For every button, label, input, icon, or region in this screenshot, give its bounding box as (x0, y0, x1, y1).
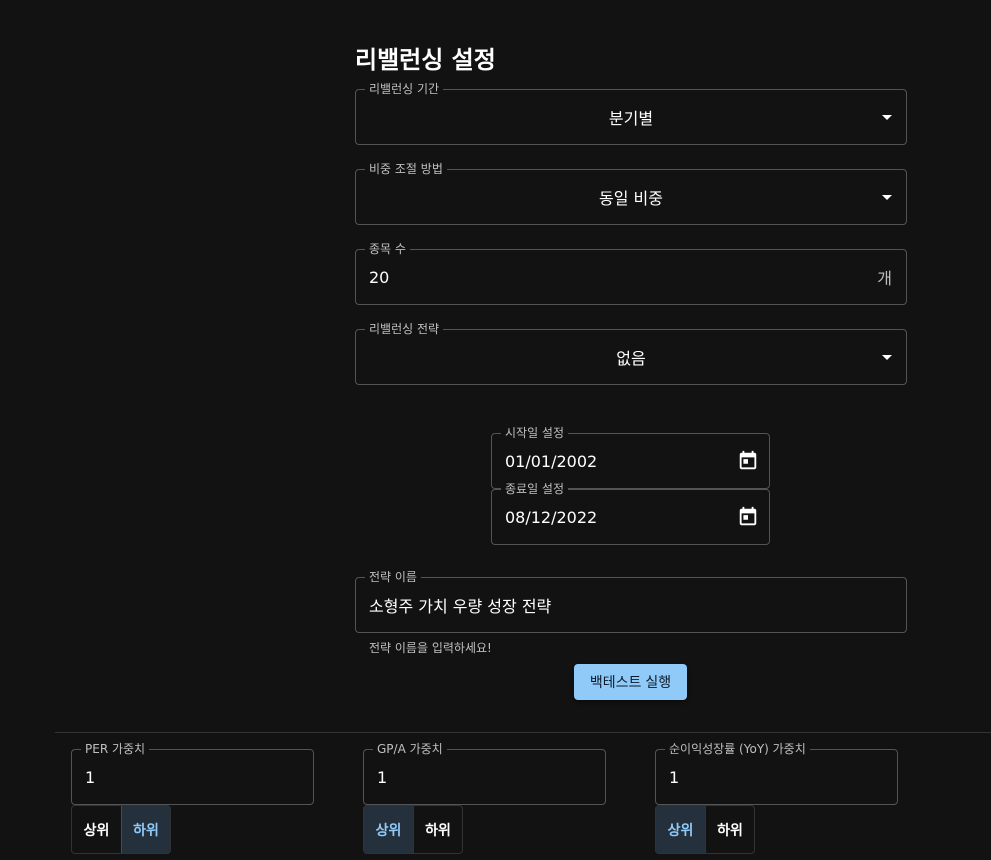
per-direction-toggle: 상위 하위 (71, 805, 171, 854)
net-income-growth-direction-toggle: 상위 하위 (655, 805, 755, 854)
calendar-icon[interactable] (737, 450, 759, 472)
weight-method-select[interactable]: 비중 조절 방법 동일 비중 (355, 161, 907, 225)
net-income-growth-top-toggle[interactable]: 상위 (656, 806, 705, 853)
per-bottom-toggle[interactable]: 하위 (121, 806, 170, 853)
calendar-icon[interactable] (737, 506, 759, 528)
stock-count-field[interactable]: 종목 수 20 개 (355, 241, 907, 305)
weight-method-value: 동일 비중 (599, 189, 663, 208)
net-income-growth-bottom-toggle[interactable]: 하위 (705, 806, 754, 853)
page-title: 리밸런싱 설정 (355, 46, 496, 74)
gpa-weight-input[interactable]: 1 (377, 750, 387, 804)
gpa-top-toggle[interactable]: 상위 (364, 806, 413, 853)
net-income-growth-weight-label: 순이익성장률 (YoY) 가중치 (665, 741, 810, 757)
net-income-growth-weight-field[interactable]: 순이익성장률 (YoY) 가중치 1 (655, 741, 898, 805)
start-date-input[interactable]: 01/01/2002 (505, 434, 597, 488)
strategy-name-input[interactable]: 소형주 가치 우량 성장 전략 (369, 578, 551, 632)
strategy-name-field[interactable]: 전략 이름 소형주 가치 우량 성장 전략 (355, 569, 907, 633)
per-top-toggle[interactable]: 상위 (72, 806, 121, 853)
end-date-input[interactable]: 08/12/2022 (505, 490, 597, 544)
chevron-down-icon (882, 355, 892, 360)
stock-count-input[interactable]: 20 (369, 250, 389, 304)
section-divider (55, 732, 991, 733)
net-income-growth-weight-input[interactable]: 1 (669, 750, 679, 804)
rebalancing-strategy-value: 없음 (616, 349, 646, 368)
rebalancing-period-value: 분기별 (608, 109, 654, 128)
rebalancing-strategy-select[interactable]: 리밸런싱 전략 없음 (355, 321, 907, 385)
run-backtest-button[interactable]: 백테스트 실행 (574, 664, 687, 700)
stock-count-unit: 개 (877, 269, 892, 288)
gpa-direction-toggle: 상위 하위 (363, 805, 463, 854)
chevron-down-icon (882, 115, 892, 120)
end-date-field[interactable]: 종료일 설정 08/12/2022 (491, 481, 770, 545)
chevron-down-icon (882, 195, 892, 200)
gpa-bottom-toggle[interactable]: 하위 (413, 806, 462, 853)
strategy-name-helper-text: 전략 이름을 입력하세요! (369, 641, 492, 655)
gpa-weight-field[interactable]: GP/A 가중치 1 (363, 741, 606, 805)
per-weight-field[interactable]: PER 가중치 1 (71, 741, 314, 805)
per-weight-input[interactable]: 1 (85, 750, 95, 804)
rebalancing-period-select[interactable]: 리밸런싱 기간 분기별 (355, 81, 907, 145)
